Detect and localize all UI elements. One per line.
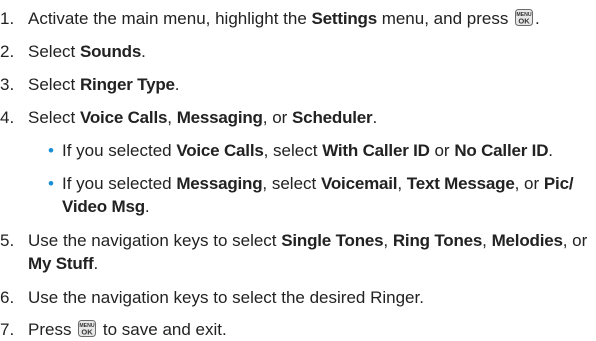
step-text-part: ,	[167, 108, 177, 127]
step-number: 2.	[0, 42, 15, 61]
key-icon-bottom-label: OK	[82, 328, 94, 337]
step-text: Use the navigation keys to select the de…	[28, 286, 424, 309]
step-text-part: Activate the main menu, highlight the	[28, 9, 312, 28]
bullet-text-part: , select	[262, 174, 321, 193]
bullet-text-part: .	[548, 141, 554, 160]
step-number: 6.	[0, 288, 15, 307]
step-number: 3.	[0, 75, 15, 94]
step-text: Use the navigation keys to select Single…	[28, 229, 590, 275]
text-message-label: Text Message	[406, 174, 515, 193]
voice-calls-label: Voice Calls	[176, 141, 264, 160]
bullet-dot-icon: •	[48, 141, 54, 160]
settings-menu-label: Settings	[311, 9, 378, 28]
step-text-part: Use the navigation keys to select	[28, 231, 282, 250]
step-text: Select Ringer Type.	[28, 73, 180, 96]
bullet-text-part: , select	[263, 141, 323, 160]
step-number: 5.	[0, 231, 15, 250]
messaging-label: Messaging	[176, 174, 263, 193]
step-text-part: Use the navigation keys to select the de…	[28, 288, 424, 307]
step-text-part: .	[174, 75, 180, 94]
bullet-text-part: If you selected	[62, 174, 177, 193]
voice-calls-label: Voice Calls	[79, 108, 168, 127]
no-caller-id-label: No Caller ID	[454, 141, 549, 160]
instruction-page: 1. Activate the main menu, highlight the…	[0, 0, 596, 341]
step-text-part: to save and exit.	[98, 320, 227, 339]
step-text: Press MENU OK to save and exit.	[28, 318, 227, 341]
step-text-part: Select	[28, 108, 80, 127]
step-text-part: Select	[28, 75, 80, 94]
key-icon-bottom-label: OK	[518, 17, 530, 26]
bullet-text-part: or	[429, 141, 455, 160]
step-text-part: ,	[383, 231, 393, 250]
step-number: 4.	[0, 108, 15, 127]
menu-ok-key-icon: MENUOK	[515, 9, 534, 26]
step-text: Select Sounds.	[28, 40, 146, 63]
melodies-label: Melodies	[491, 231, 563, 250]
step-text-part: menu, and press	[376, 9, 514, 28]
bullet-text-part: If you selected	[62, 141, 177, 160]
single-tones-label: Single Tones	[281, 231, 384, 250]
ring-tones-label: Ring Tones	[392, 231, 483, 250]
bullet-text-part: , or	[514, 174, 544, 193]
step-text-part: .	[141, 42, 146, 61]
step-text-part: ,	[482, 231, 492, 250]
voicemail-label: Voicemail	[321, 174, 398, 193]
step-text-part: .	[535, 9, 540, 28]
step-text-part: .	[93, 254, 99, 273]
scheduler-label: Scheduler	[292, 108, 373, 127]
bullet-text-part: ,	[397, 174, 407, 193]
step-text-part: Press	[28, 320, 77, 339]
step-text-part: , or	[562, 231, 588, 250]
step-number: 1.	[0, 9, 15, 28]
step-text-part: , or	[262, 108, 293, 127]
messaging-label: Messaging	[176, 108, 263, 127]
menu-ok-key-icon: MENUOK	[78, 320, 97, 337]
ringer-type-label: Ringer Type	[79, 75, 175, 94]
step-text: Select Voice Calls, Messaging, or Schedu…	[28, 106, 377, 129]
my-stuff-label: My Stuff	[28, 254, 94, 273]
bullet-dot-icon: •	[48, 174, 54, 193]
bullet-text: If you selected Messaging, select Voicem…	[62, 172, 594, 218]
step-text-part: .	[372, 108, 378, 127]
bullet-text: If you selected Voice Calls, select With…	[62, 139, 594, 162]
sounds-label: Sounds	[79, 42, 142, 61]
bullet-text-part: .	[144, 197, 150, 216]
step-text: Activate the main menu, highlight the Se…	[28, 7, 540, 30]
with-caller-id-label: With Caller ID	[322, 141, 430, 160]
step-number: 7.	[0, 320, 15, 339]
step-text-part: Select	[28, 42, 80, 61]
